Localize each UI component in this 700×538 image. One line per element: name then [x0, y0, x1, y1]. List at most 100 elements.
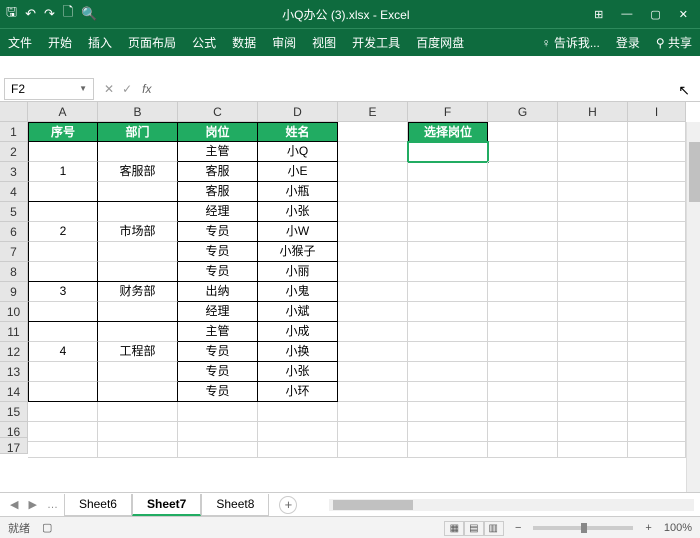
- cell[interactable]: [28, 322, 98, 342]
- cell[interactable]: [98, 242, 178, 262]
- cell[interactable]: [488, 362, 558, 382]
- col-header[interactable]: C: [178, 102, 258, 122]
- new-icon[interactable]: 🗋: [63, 3, 73, 25]
- col-header[interactable]: E: [338, 102, 408, 122]
- cell[interactable]: 选择岗位: [408, 122, 488, 142]
- row-header[interactable]: 3: [0, 162, 28, 182]
- cell[interactable]: [558, 162, 628, 182]
- tab-baidu[interactable]: 百度网盘: [416, 34, 464, 51]
- cell[interactable]: [558, 222, 628, 242]
- cell[interactable]: 专员: [178, 242, 258, 262]
- cell[interactable]: 小丽: [258, 262, 338, 282]
- tab-insert[interactable]: 插入: [88, 34, 112, 51]
- col-header[interactable]: H: [558, 102, 628, 122]
- cell[interactable]: [628, 122, 686, 142]
- row-header[interactable]: 11: [0, 322, 28, 342]
- cell[interactable]: [28, 362, 98, 382]
- row-header[interactable]: 2: [0, 142, 28, 162]
- cell[interactable]: 财务部: [98, 282, 178, 302]
- cell[interactable]: 岗位: [178, 122, 258, 142]
- sheet-nav-more-icon[interactable]: …: [43, 499, 62, 511]
- cell[interactable]: [628, 182, 686, 202]
- cell[interactable]: [488, 162, 558, 182]
- zoom-slider[interactable]: [533, 526, 633, 530]
- cell[interactable]: 3: [28, 282, 98, 302]
- zoom-level[interactable]: 100%: [664, 522, 692, 534]
- cell[interactable]: [178, 402, 258, 422]
- tab-file[interactable]: 文件: [8, 34, 32, 51]
- cell[interactable]: [628, 202, 686, 222]
- cell[interactable]: 部门: [98, 122, 178, 142]
- cell[interactable]: [338, 202, 408, 222]
- cell[interactable]: [558, 122, 628, 142]
- cell[interactable]: [558, 142, 628, 162]
- cell[interactable]: [628, 222, 686, 242]
- cell[interactable]: [558, 382, 628, 402]
- row-header[interactable]: 17: [0, 438, 28, 454]
- cell[interactable]: [488, 382, 558, 402]
- select-all-corner[interactable]: [0, 102, 28, 122]
- cell[interactable]: [408, 222, 488, 242]
- cell[interactable]: [98, 142, 178, 162]
- col-header[interactable]: I: [628, 102, 686, 122]
- cell[interactable]: [628, 322, 686, 342]
- cell[interactable]: [558, 322, 628, 342]
- cell[interactable]: [338, 182, 408, 202]
- col-header[interactable]: D: [258, 102, 338, 122]
- cell[interactable]: [488, 438, 558, 458]
- cell[interactable]: 专员: [178, 362, 258, 382]
- cell[interactable]: [258, 438, 338, 458]
- cell[interactable]: [628, 282, 686, 302]
- sheet-tab[interactable]: Sheet8: [201, 494, 269, 516]
- tab-layout[interactable]: 页面布局: [128, 34, 176, 51]
- cell[interactable]: 1: [28, 162, 98, 182]
- cell[interactable]: 小W: [258, 222, 338, 242]
- preview-icon[interactable]: 🔍: [81, 6, 97, 22]
- cell[interactable]: [408, 322, 488, 342]
- col-header[interactable]: F: [408, 102, 488, 122]
- cell[interactable]: 工程部: [98, 342, 178, 362]
- col-header[interactable]: B: [98, 102, 178, 122]
- vertical-scrollbar[interactable]: [686, 122, 700, 492]
- cell[interactable]: [338, 438, 408, 458]
- name-box[interactable]: F2 ▼: [4, 78, 94, 100]
- zoom-in-icon[interactable]: +: [645, 522, 651, 534]
- cell[interactable]: [628, 382, 686, 402]
- cell[interactable]: [98, 182, 178, 202]
- cell[interactable]: [628, 438, 686, 458]
- cell[interactable]: [98, 402, 178, 422]
- cell[interactable]: [408, 402, 488, 422]
- cell[interactable]: [628, 342, 686, 362]
- cell[interactable]: 客服: [178, 162, 258, 182]
- row-header[interactable]: 6: [0, 222, 28, 242]
- cell[interactable]: [408, 142, 488, 162]
- zoom-out-icon[interactable]: −: [515, 522, 521, 534]
- tab-data[interactable]: 数据: [232, 34, 256, 51]
- cell[interactable]: [178, 438, 258, 458]
- cell[interactable]: 2: [28, 222, 98, 242]
- cell[interactable]: [98, 382, 178, 402]
- cell[interactable]: [488, 222, 558, 242]
- row-header[interactable]: 15: [0, 402, 28, 422]
- cell[interactable]: [338, 262, 408, 282]
- tab-review[interactable]: 审阅: [272, 34, 296, 51]
- tab-formula[interactable]: 公式: [192, 34, 216, 51]
- col-header[interactable]: A: [28, 102, 98, 122]
- cell[interactable]: [628, 242, 686, 262]
- row-header[interactable]: 10: [0, 302, 28, 322]
- cell[interactable]: 专员: [178, 262, 258, 282]
- undo-icon[interactable]: ↶: [25, 6, 36, 22]
- cell[interactable]: [408, 382, 488, 402]
- cell[interactable]: [408, 438, 488, 458]
- cell[interactable]: [338, 382, 408, 402]
- cell[interactable]: [488, 322, 558, 342]
- row-header[interactable]: 13: [0, 362, 28, 382]
- cell[interactable]: [628, 402, 686, 422]
- cell[interactable]: [28, 402, 98, 422]
- cell[interactable]: 小猴子: [258, 242, 338, 262]
- cell[interactable]: [628, 362, 686, 382]
- cell[interactable]: [558, 202, 628, 222]
- cell[interactable]: [98, 302, 178, 322]
- cell[interactable]: [488, 182, 558, 202]
- accept-formula-icon[interactable]: ✓: [122, 82, 132, 96]
